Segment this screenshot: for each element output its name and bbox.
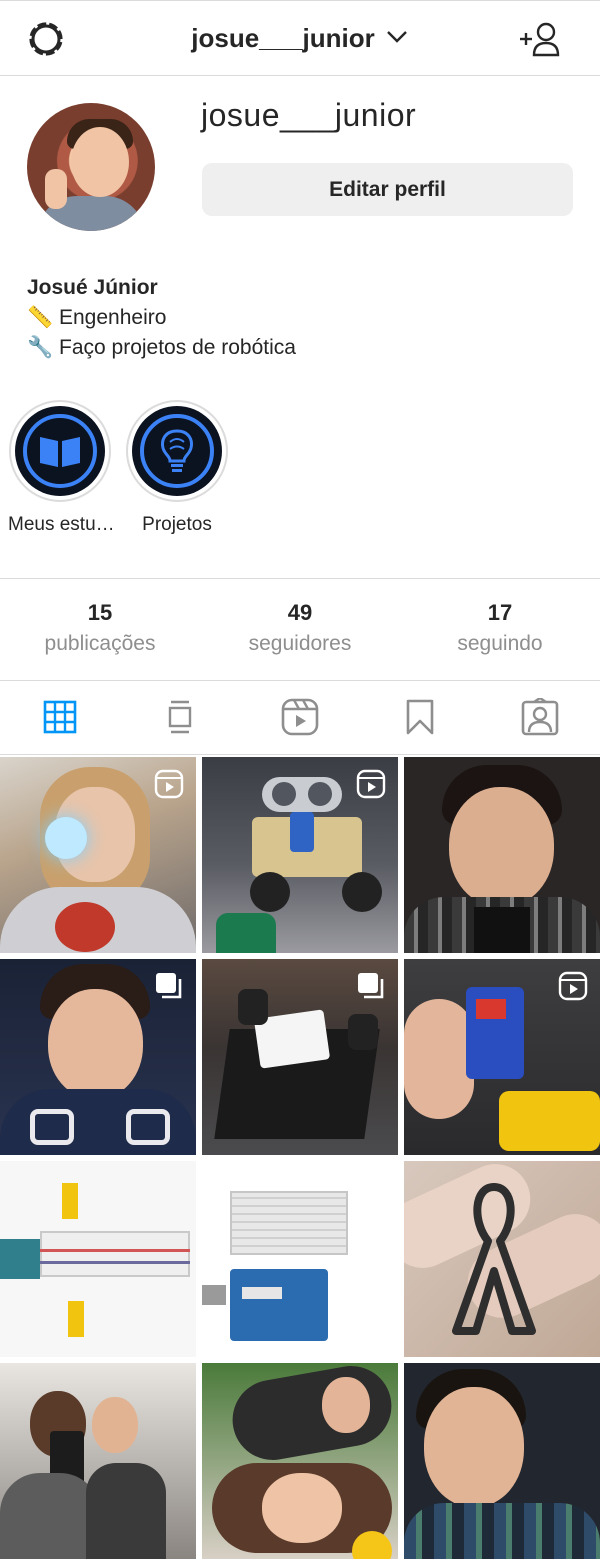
tagged-icon <box>521 698 559 736</box>
post-tile[interactable] <box>0 959 196 1155</box>
reels-icon <box>281 698 319 736</box>
highlight-label: Meus estu… <box>8 514 112 535</box>
stat-label: seguindo <box>457 632 543 655</box>
profile-bio: Josué Júnior 📏 Engenheiro 🔧 Faço projetos … <box>27 273 296 363</box>
carousel-icon <box>358 973 384 999</box>
highlight-meus-estudos[interactable]: Meus estu… <box>8 400 112 536</box>
divider <box>0 754 600 755</box>
ruler-icon: 📏 <box>27 306 54 329</box>
stat-label: seguidores <box>248 632 352 655</box>
pendant-image <box>452 1183 536 1335</box>
post-tile[interactable] <box>0 757 196 953</box>
post-tile[interactable] <box>202 757 398 953</box>
bookmark-icon <box>406 699 434 735</box>
wrench-icon: 🔧 <box>27 336 54 359</box>
feed-icon <box>168 700 192 734</box>
post-tile[interactable] <box>202 1363 398 1559</box>
post-tile[interactable] <box>404 757 600 953</box>
stat-posts: 15 publicações <box>0 600 200 656</box>
tab-feed[interactable] <box>160 697 200 737</box>
bio-line: 🔧 Faço projetos de robótica <box>27 333 296 363</box>
post-tile[interactable] <box>202 1161 398 1357</box>
stat-value: 17 <box>487 600 513 625</box>
account-switcher[interactable]: josue___junior <box>0 23 600 54</box>
reels-icon <box>356 769 386 799</box>
lightbulb-brain-icon <box>161 429 193 472</box>
tab-grid[interactable] <box>40 697 80 737</box>
grid-icon <box>43 700 77 734</box>
stat-value: 49 <box>287 600 313 625</box>
post-tile[interactable] <box>404 1363 600 1559</box>
divider <box>0 680 600 681</box>
reels-icon <box>558 971 588 1001</box>
display-name: Josué Júnior <box>27 276 158 299</box>
top-bar: josue___junior <box>0 0 600 76</box>
stat-following[interactable]: 17 seguindo <box>400 600 600 656</box>
stat-label: publicações <box>44 632 156 655</box>
chevron-down-icon <box>386 31 407 43</box>
reels-icon <box>154 769 184 799</box>
book-icon <box>40 437 80 467</box>
post-tile[interactable] <box>404 959 600 1155</box>
post-tile[interactable] <box>404 1161 600 1357</box>
carousel-icon <box>156 973 182 999</box>
stat-value: 15 <box>87 600 113 625</box>
edit-profile-button[interactable]: Editar perfil <box>202 163 573 216</box>
highlight-label: Projetos <box>142 514 212 535</box>
post-tile[interactable] <box>0 1363 196 1559</box>
bio-line: 📏 Engenheiro <box>27 303 296 333</box>
tab-tagged[interactable] <box>520 697 560 737</box>
post-tile[interactable] <box>0 1161 196 1357</box>
add-user-icon[interactable] <box>518 19 562 59</box>
tab-reels[interactable] <box>280 697 320 737</box>
stat-followers[interactable]: 49 seguidores <box>200 600 400 656</box>
divider <box>0 578 600 579</box>
post-tile[interactable] <box>202 959 398 1155</box>
profile-username: josue___junior <box>201 97 417 133</box>
highlight-projetos[interactable]: Projetos <box>125 400 229 536</box>
tab-saved[interactable] <box>400 697 440 737</box>
topbar-username: josue___junior <box>191 23 375 53</box>
profile-avatar[interactable] <box>27 103 155 231</box>
